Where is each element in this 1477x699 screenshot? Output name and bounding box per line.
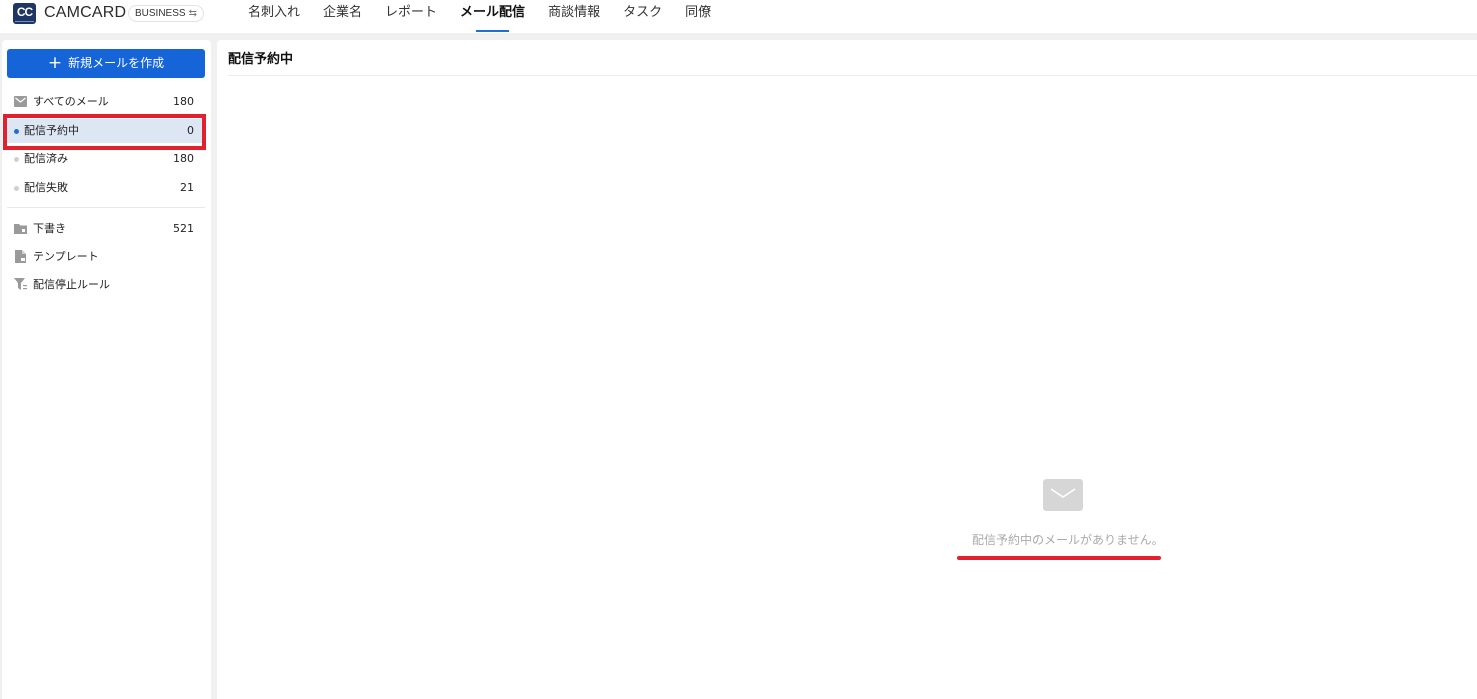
nav-mail-delivery[interactable]: メール配信 <box>460 0 525 33</box>
top-bar: CC CAMCARD BUSINESS ⇆ 名刺入れ 企業名 レポート メール配信… <box>0 0 1477 33</box>
sidebar-item-count: 521 <box>173 222 194 235</box>
sidebar: + 新規メールを作成 すべてのメール 180 配信予約中 0 配信済み 180 配… <box>2 40 211 699</box>
sidebar-item-label: 配信停止ルール <box>33 278 110 291</box>
main-panel: 配信予約中 配信予約中のメールがありません。 <box>217 40 1477 699</box>
annotation-underline <box>957 556 1161 560</box>
sidebar-item-count: 21 <box>180 181 194 194</box>
edition-label: BUSINESS <box>135 8 186 19</box>
nav-reports[interactable]: レポート <box>385 0 437 33</box>
sidebar-item-failed[interactable]: 配信失敗 21 <box>7 176 205 200</box>
sidebar-item-label: 配信失敗 <box>24 181 68 194</box>
nav-companies[interactable]: 企業名 <box>323 0 362 33</box>
sidebar-item-count: 180 <box>173 95 194 108</box>
status-dot-icon <box>14 186 19 191</box>
nav-business-cards[interactable]: 名刺入れ <box>248 0 300 33</box>
sidebar-item-label: 配信予約中 <box>24 124 79 137</box>
sidebar-item-sent[interactable]: 配信済み 180 <box>7 147 205 171</box>
sidebar-item-label: 配信済み <box>24 152 68 165</box>
edition-switcher[interactable]: BUSINESS ⇆ <box>128 5 204 22</box>
new-mail-label: 新規メールを作成 <box>68 56 165 70</box>
sidebar-item-scheduled[interactable]: 配信予約中 0 <box>7 119 205 143</box>
sidebar-item-count: 180 <box>173 152 194 165</box>
mail-icon <box>1043 479 1083 511</box>
main-nav: 名刺入れ 企業名 レポート メール配信 商談情報 タスク 同僚 <box>248 0 734 33</box>
new-mail-button[interactable]: + 新規メールを作成 <box>7 49 205 78</box>
sidebar-item-templates[interactable]: テンプレート <box>7 245 205 269</box>
sidebar-item-count: 0 <box>187 124 194 137</box>
plus-icon: + <box>47 53 63 73</box>
swap-icon: ⇆ <box>188 8 197 19</box>
title-divider <box>228 75 1477 76</box>
folder-icon <box>14 224 27 234</box>
status-dot-icon <box>14 129 19 134</box>
mail-icon <box>14 96 27 107</box>
camcard-logo-icon[interactable]: CC <box>13 3 36 24</box>
sidebar-item-drafts[interactable]: 下書き 521 <box>7 217 205 241</box>
sidebar-item-unsubscribe-rules[interactable]: 配信停止ルール <box>7 273 205 297</box>
page-title: 配信予約中 <box>228 52 294 67</box>
status-dot-icon <box>14 157 19 162</box>
document-icon <box>15 250 26 263</box>
sidebar-divider <box>7 207 205 208</box>
sidebar-item-label: 下書き <box>33 222 66 235</box>
sidebar-item-label: テンプレート <box>33 250 99 263</box>
empty-state-message: 配信予約中のメールがありません。 <box>972 533 1164 547</box>
nav-colleagues[interactable]: 同僚 <box>685 0 711 33</box>
filter-icon <box>14 278 27 290</box>
nav-deals[interactable]: 商談情報 <box>548 0 600 33</box>
nav-tasks[interactable]: タスク <box>623 0 662 33</box>
brand-name: CAMCARD <box>44 4 127 21</box>
sidebar-item-label: すべてのメール <box>33 95 109 108</box>
sidebar-item-all-mail[interactable]: すべてのメール 180 <box>7 90 205 114</box>
